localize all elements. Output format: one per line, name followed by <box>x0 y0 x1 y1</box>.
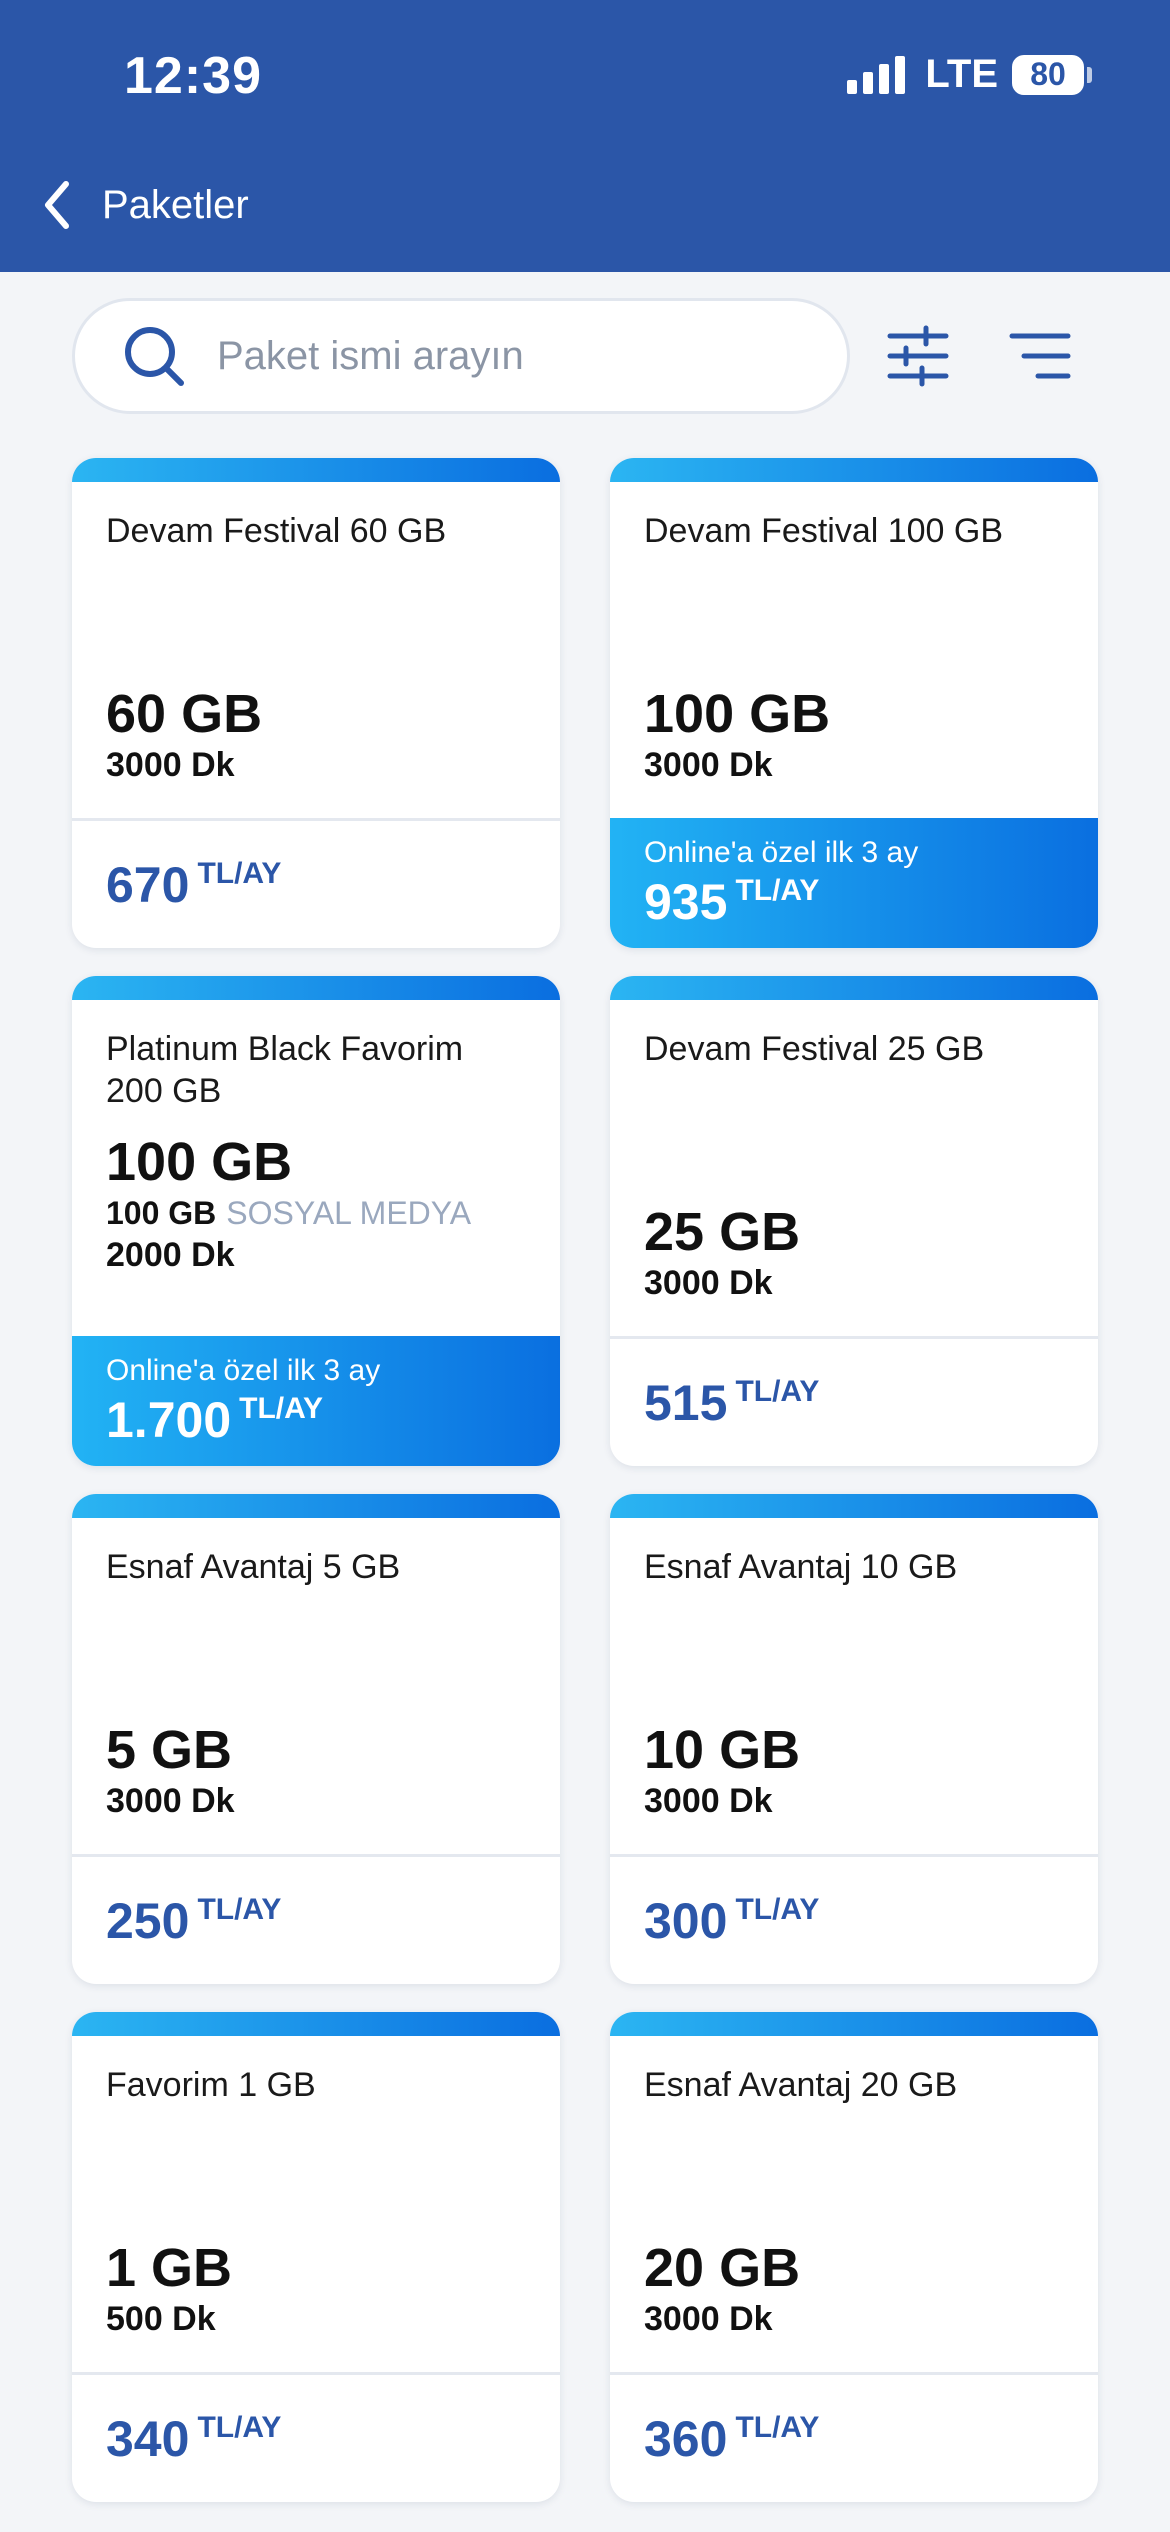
package-card[interactable]: Favorim 1 GB 1 GB 500 Dk 340 TL/AY <box>72 2012 560 2502</box>
package-price: 670 <box>106 856 190 913</box>
price-unit: TL/AY <box>197 2410 282 2444</box>
price-unit: TL/AY <box>239 1392 324 1425</box>
signal-icon <box>847 55 906 94</box>
package-minutes: 3000 Dk <box>106 1782 235 1820</box>
sort-button[interactable] <box>1000 318 1080 394</box>
social-data: 100 GB <box>106 1195 217 1231</box>
status-indicators: LTE 80 <box>847 52 1092 97</box>
social-label: SOSYAL MEDYA <box>226 1195 472 1231</box>
search-bar[interactable] <box>72 298 850 414</box>
package-card[interactable]: Devam Festival 100 GB 100 GB 3000 Dk Onl… <box>610 458 1098 948</box>
package-name: Devam Festival 100 GB <box>644 512 1004 550</box>
package-name: Devam Festival 60 GB <box>106 512 447 550</box>
package-data: 10 GB <box>644 1720 801 1780</box>
promo-text: Online'a özel ilk 3 ay <box>644 836 919 869</box>
search-icon <box>125 327 184 386</box>
package-name: Esnaf Avantaj 20 GB <box>644 2066 958 2104</box>
package-data: 5 GB <box>106 1720 233 1780</box>
price-unit: TL/AY <box>735 2410 820 2444</box>
package-data: 1 GB <box>106 2238 233 2298</box>
package-price-area: 515 TL/AY <box>610 1336 1098 1466</box>
package-minutes: 3000 Dk <box>106 746 235 784</box>
app-header: 12:39 LTE 80 Paketler <box>0 0 1170 272</box>
back-button[interactable]: Paketler <box>42 180 249 230</box>
package-price-area: 250 TL/AY <box>72 1854 560 1984</box>
package-name: Platinum Black Favorim 200 GB <box>106 1030 464 1110</box>
chevron-left-icon <box>45 181 69 229</box>
package-data: 60 GB <box>106 684 263 744</box>
package-data: 100 GB <box>644 684 831 744</box>
sliders-icon <box>887 325 949 387</box>
package-price-area: 670 TL/AY <box>72 818 560 948</box>
network-type: LTE <box>925 52 998 96</box>
package-price: 1.700 <box>106 1392 232 1448</box>
promo-text: Online'a özel ilk 3 ay <box>106 1354 381 1387</box>
package-name: Esnaf Avantaj 5 GB <box>106 1548 401 1586</box>
price-unit: TL/AY <box>735 1374 820 1408</box>
package-price-area: 300 TL/AY <box>610 1854 1098 1984</box>
package-price: 300 <box>644 1892 728 1949</box>
package-card[interactable]: Esnaf Avantaj 5 GB 5 GB 3000 Dk 250 TL/A… <box>72 1494 560 1984</box>
package-name: Favorim 1 GB <box>106 2066 316 2104</box>
battery-level: 80 <box>1012 54 1084 95</box>
package-price: 250 <box>106 1892 190 1949</box>
price-unit: TL/AY <box>735 874 820 907</box>
package-data: 100 GB <box>106 1132 293 1192</box>
package-minutes: 3000 Dk <box>644 746 773 784</box>
package-price-area: 340 TL/AY <box>72 2372 560 2502</box>
price-unit: TL/AY <box>197 856 282 890</box>
package-data: 25 GB <box>644 1202 801 1262</box>
package-price: 515 <box>644 1374 728 1431</box>
package-minutes: 3000 Dk <box>644 2300 773 2338</box>
package-minutes: 500 Dk <box>106 2300 216 2338</box>
package-card[interactable]: Esnaf Avantaj 20 GB 20 GB 3000 Dk 360 TL… <box>610 2012 1098 2502</box>
social-allowance: 100 GB SOSYAL MEDYA <box>106 1192 526 1234</box>
package-minutes: 2000 Dk <box>106 1236 235 1274</box>
status-time: 12:39 <box>124 47 262 105</box>
package-minutes: 3000 Dk <box>644 1782 773 1820</box>
search-input[interactable] <box>215 332 779 380</box>
package-price-area: 360 TL/AY <box>610 2372 1098 2502</box>
package-name: Esnaf Avantaj 10 GB <box>644 1548 958 1586</box>
package-name: Devam Festival 25 GB <box>644 1030 985 1068</box>
price-unit: TL/AY <box>197 1892 282 1926</box>
sort-lines-icon <box>1009 333 1071 379</box>
package-price: 360 <box>644 2410 728 2467</box>
page-title: Paketler <box>102 182 249 227</box>
package-card[interactable]: Devam Festival 60 GB 60 GB 3000 Dk 670 T… <box>72 458 560 948</box>
package-minutes: 3000 Dk <box>644 1264 773 1302</box>
package-data: 20 GB <box>644 2238 801 2298</box>
package-card[interactable]: Esnaf Avantaj 10 GB 10 GB 3000 Dk 300 TL… <box>610 1494 1098 1984</box>
price-unit: TL/AY <box>735 1892 820 1926</box>
package-card[interactable]: Devam Festival 25 GB 25 GB 3000 Dk 515 T… <box>610 976 1098 1466</box>
filter-button[interactable] <box>878 318 958 394</box>
package-card[interactable]: Platinum Black Favorim 200 GB 100 GB 100… <box>72 976 560 1466</box>
package-promo-area: Online'a özel ilk 3 ay 935 TL/AY <box>610 818 1098 948</box>
package-price: 935 <box>644 874 728 930</box>
battery-icon: 80 <box>1012 54 1092 95</box>
package-promo-area: Online'a özel ilk 3 ay 1.700 TL/AY <box>72 1336 560 1466</box>
package-price: 340 <box>106 2410 190 2467</box>
